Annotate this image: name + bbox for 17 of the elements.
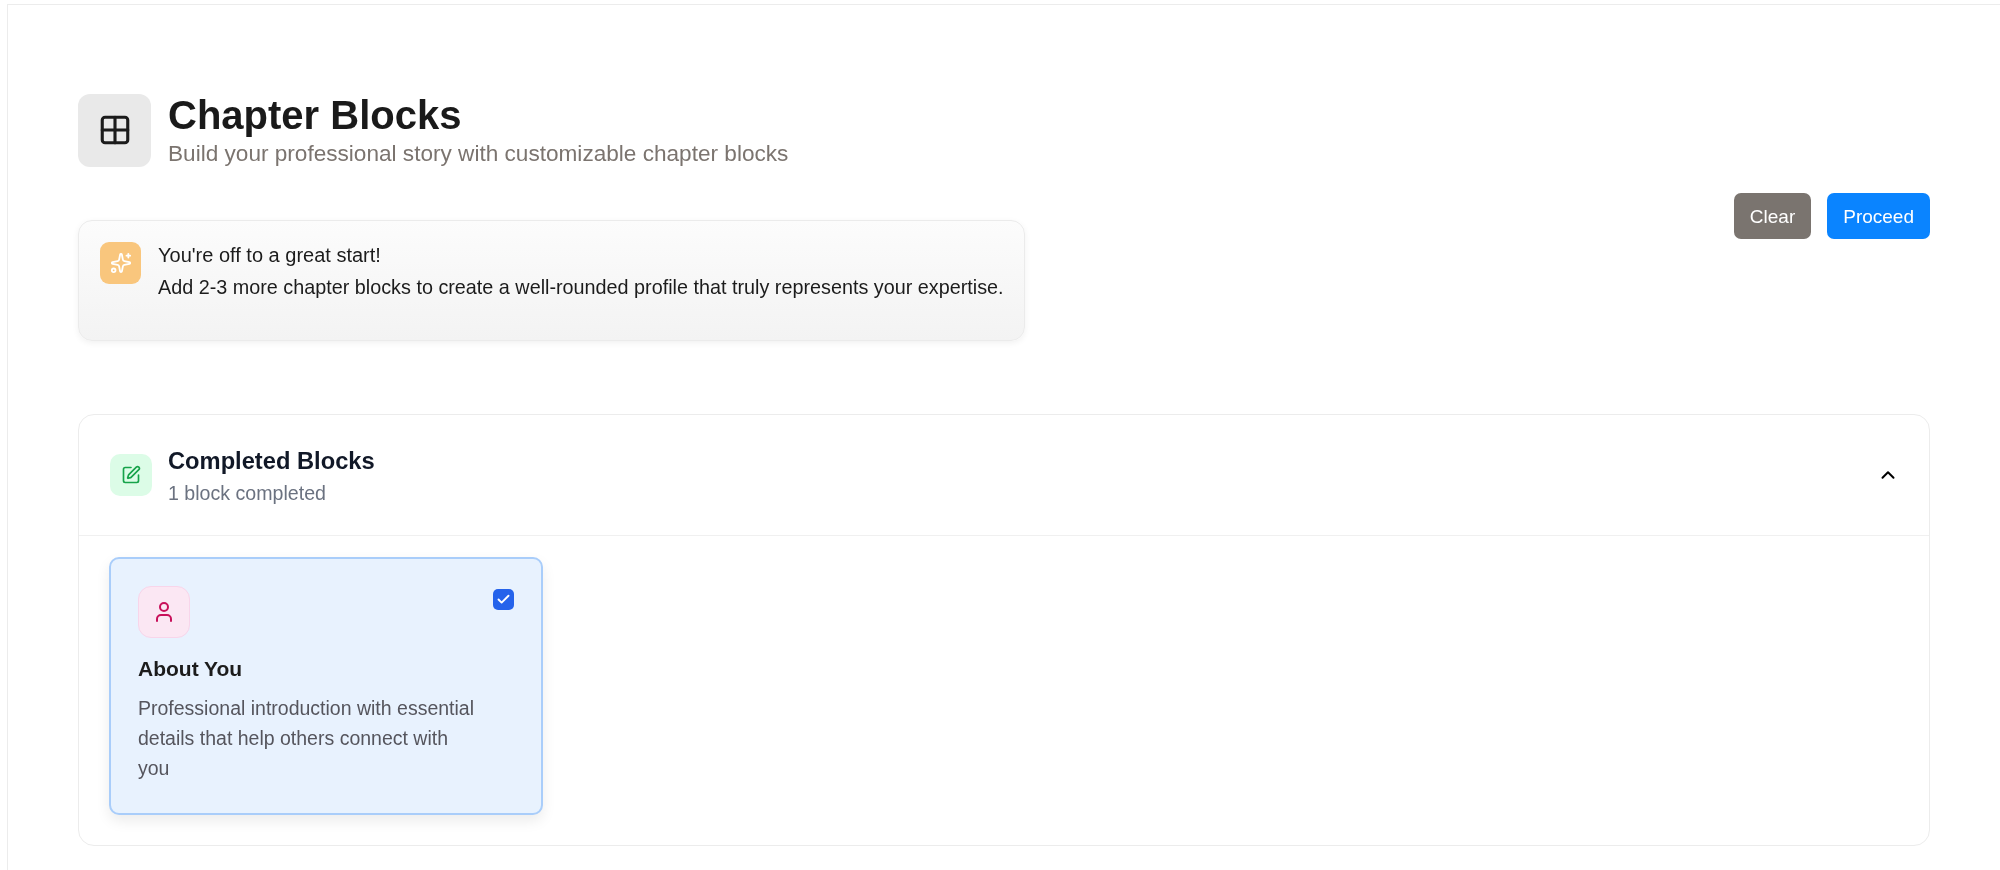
- block-description: Professional introduction with essential details that help others connect with you: [138, 696, 475, 781]
- checkmark-icon: [496, 592, 511, 607]
- grid-icon: [78, 93, 151, 167]
- page-title: Chapter Blocks: [168, 92, 463, 138]
- block-card[interactable]: About You Professional introduction with essential details that help others connect with you: [109, 557, 543, 815]
- clear-button[interactable]: Clear: [1733, 193, 1812, 239]
- edit-icon: [110, 454, 152, 496]
- tip-title: You're off to a great start!: [158, 243, 382, 268]
- block-title: About You: [138, 656, 244, 682]
- section-subtitle: 1 block completed: [168, 480, 327, 505]
- section-title: Completed Blocks: [168, 446, 375, 476]
- sparkles-icon: [100, 242, 141, 284]
- checkbox[interactable]: [493, 589, 514, 610]
- person-icon: [138, 586, 190, 638]
- proceed-button[interactable]: Proceed: [1827, 193, 1930, 239]
- tip-message: Add 2-3 more chapter blocks to create a well-rounded profile that truly represents your expertise.: [158, 275, 1004, 300]
- page-subtitle: Build your professional story with customizable chapter blocks: [168, 140, 789, 168]
